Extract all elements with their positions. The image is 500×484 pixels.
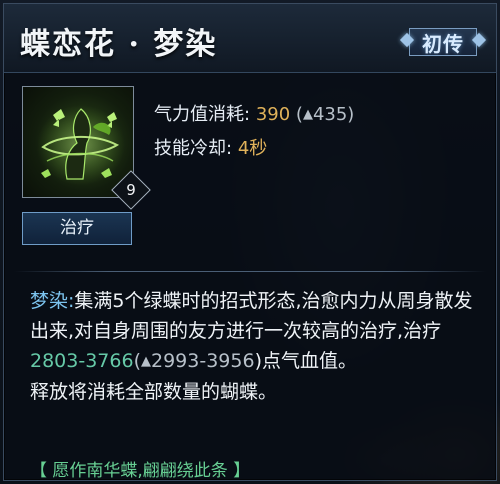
cost-value: 390 xyxy=(255,104,291,125)
heal-upgraded: 2993-3956 xyxy=(151,350,255,372)
description-line2: 释放将消耗全部数量的蝴蝶。 xyxy=(30,381,278,403)
up-arrow-icon: ▲ xyxy=(302,107,313,122)
cost-close-paren: ) xyxy=(347,104,355,125)
cost-upgraded: 435 xyxy=(312,104,348,125)
tier-badge: 初传 xyxy=(399,26,487,58)
heal-open-paren: ( xyxy=(133,350,141,372)
description-prefix: 梦染: xyxy=(30,290,75,312)
skill-tooltip: 蝶恋花 · 梦染 初传 9 治疗 气力值消耗: 390 (▲435) 技能冷却:… xyxy=(3,3,497,481)
tooltip-header: 蝶恋花 · 梦染 初传 xyxy=(4,4,496,73)
heal-up-arrow-icon: ▲ xyxy=(141,354,151,369)
cost-stat: 气力值消耗: 390 (▲435) xyxy=(154,100,354,126)
heal-range: 2803-3766 xyxy=(30,350,134,372)
skill-title: 蝶恋花 · 梦染 xyxy=(20,27,218,62)
skill-description: 梦染:集满5个绿蝶时的招式形态,治愈内力从周身散发出来,对自身周围的友方进行一次… xyxy=(30,286,488,407)
description-text-end: )点气血值。 xyxy=(254,350,357,372)
flavor-text: 【 愿作南华蝶,翩翩绕此条 】 xyxy=(30,461,251,481)
cost-open-paren: ( xyxy=(295,104,303,125)
skill-type-tag: 治疗 xyxy=(22,212,132,245)
tier-badge-label: 初传 xyxy=(422,31,464,56)
cooldown-value: 4秒 xyxy=(237,138,268,159)
cooldown-stat: 技能冷却: 4秒 xyxy=(154,134,267,160)
skill-level: 9 xyxy=(126,181,136,199)
cooldown-label: 技能冷却: xyxy=(154,138,233,159)
cost-label: 气力值消耗: xyxy=(154,104,251,125)
section-divider xyxy=(14,271,486,272)
description-text: 集满5个绿蝶时的招式形态,治愈内力从周身散发出来,对自身周围的友方进行一次较高的… xyxy=(30,290,473,342)
